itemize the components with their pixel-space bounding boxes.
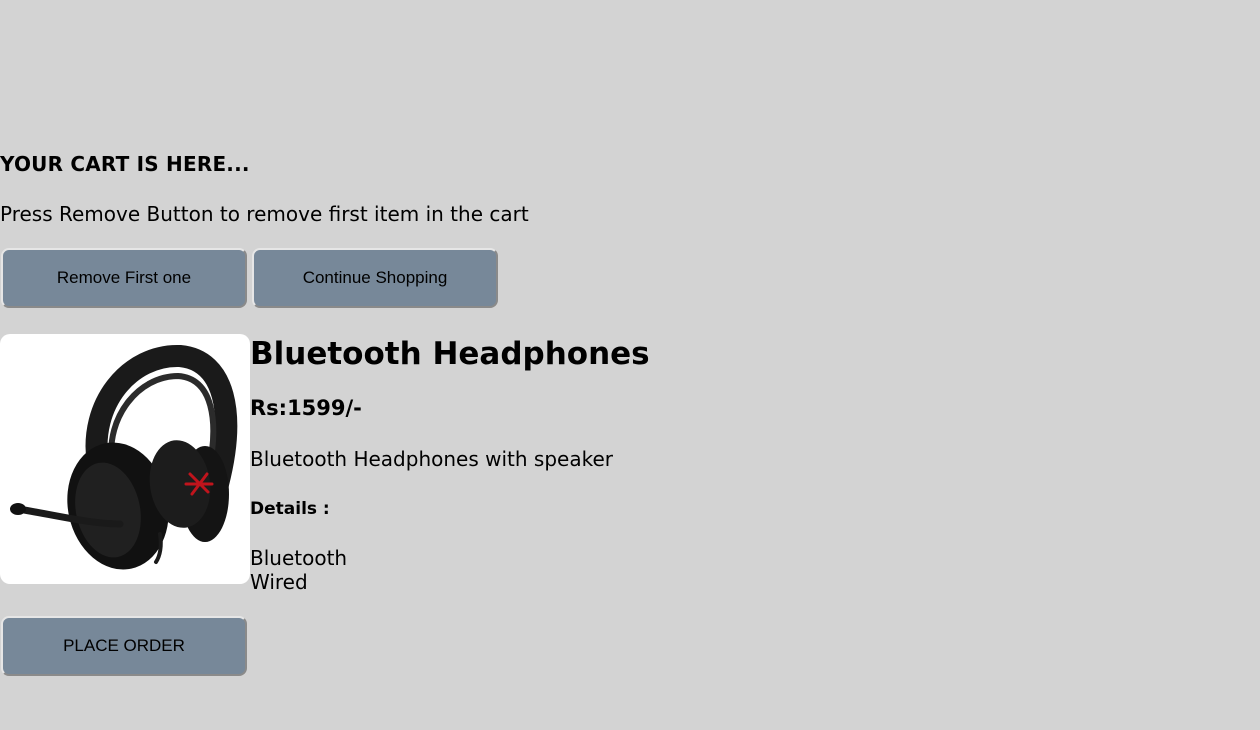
product-price: Rs:1599/-	[250, 396, 362, 420]
cart-page: YOUR CART IS HERE... Press Remove Button…	[0, 0, 1260, 730]
details-label: Details :	[250, 499, 330, 519]
product-image	[0, 334, 250, 584]
spec-item: Bluetooth	[250, 546, 348, 570]
spec-item: Wired	[250, 570, 308, 594]
headphones-icon	[10, 345, 238, 570]
product-name: Bluetooth Headphones	[250, 336, 650, 372]
place-order-button[interactable]: PLACE ORDER	[1, 616, 247, 676]
cart-heading: YOUR CART IS HERE...	[0, 152, 250, 176]
cart-instructions: Press Remove Button to remove first item…	[0, 202, 529, 226]
continue-shopping-button[interactable]: Continue Shopping	[252, 248, 498, 308]
remove-first-button[interactable]: Remove First one	[1, 248, 247, 308]
product-description: Bluetooth Headphones with speaker	[250, 447, 613, 471]
spec-list: Bluetooth Wired	[250, 546, 347, 594]
